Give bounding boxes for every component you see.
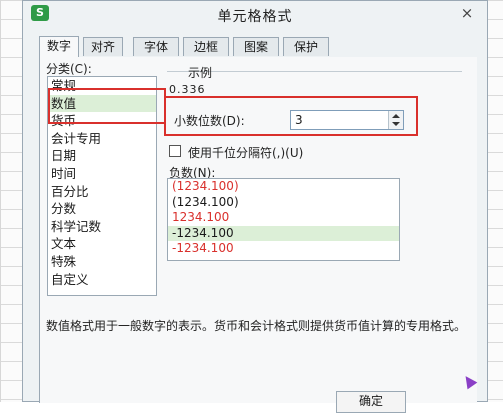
- number-tab-panel: 分类(C): 常规 数值 货币 会计专用 日期 时间 百分比 分数 科学记数 文…: [39, 57, 477, 403]
- tab-alignment[interactable]: 对齐: [83, 37, 123, 56]
- list-item[interactable]: 1234.100: [168, 210, 399, 226]
- list-item[interactable]: 数值: [48, 94, 156, 113]
- tab-font[interactable]: 字体: [133, 37, 179, 56]
- negative-numbers-list[interactable]: (1234.100) (1234.100) 1234.100 -1234.100…: [167, 178, 400, 261]
- tab-number[interactable]: 数字: [39, 36, 79, 57]
- list-item[interactable]: 自定义: [48, 271, 156, 289]
- close-icon[interactable]: ×: [457, 4, 477, 22]
- spin-up-icon[interactable]: [392, 114, 400, 118]
- list-item[interactable]: 分数: [48, 200, 156, 218]
- tab-pattern[interactable]: 图案: [233, 37, 279, 56]
- list-item[interactable]: -1234.100: [168, 225, 399, 241]
- list-item[interactable]: 百分比: [48, 183, 156, 201]
- dialog-title: 单元格格式: [217, 9, 293, 25]
- list-item[interactable]: (1234.100): [168, 195, 399, 211]
- list-item[interactable]: 常规: [48, 77, 156, 95]
- format-cells-dialog: S 单元格格式 × 数字 对齐 字体 边框 图案 保护 分类(C): 常规 数值…: [22, 0, 488, 413]
- list-item[interactable]: 时间: [48, 165, 156, 183]
- list-item[interactable]: (1234.100): [168, 179, 399, 195]
- sample-label: 示例: [188, 66, 213, 80]
- spin-down-icon[interactable]: [392, 122, 400, 126]
- ok-button[interactable]: 确定: [336, 391, 406, 413]
- list-item[interactable]: 特殊: [48, 253, 156, 271]
- format-description: 数值格式用于一般数字的表示。货币和会计格式则提供货币值计算的专用格式。: [46, 319, 467, 333]
- thousands-separator-label: 使用千位分隔符(,)(U): [188, 146, 304, 160]
- decimal-places-value: 3: [295, 113, 303, 127]
- thousands-separator-checkbox[interactable]: [169, 145, 181, 157]
- spin-buttons[interactable]: [388, 111, 403, 129]
- list-item[interactable]: 会计专用: [48, 130, 156, 148]
- list-item[interactable]: 科学记数: [48, 218, 156, 236]
- list-item[interactable]: 文本: [48, 235, 156, 253]
- list-item[interactable]: 日期: [48, 147, 156, 165]
- category-list[interactable]: 常规 数值 货币 会计专用 日期 时间 百分比 分数 科学记数 文本 特殊 自定…: [47, 76, 157, 296]
- tab-bar: 数字 对齐 字体 边框 图案 保护: [39, 36, 467, 58]
- list-item[interactable]: -1234.100: [168, 241, 399, 257]
- decimal-places-stepper[interactable]: 3: [290, 110, 404, 130]
- tab-protection[interactable]: 保护: [283, 37, 329, 56]
- tab-border[interactable]: 边框: [183, 37, 229, 56]
- sample-value: 0.336: [169, 83, 206, 96]
- title-bar: S 单元格格式 ×: [23, 1, 487, 27]
- category-label: 分类(C):: [46, 62, 92, 76]
- list-item[interactable]: 货币: [48, 112, 156, 130]
- decimal-places-label: 小数位数(D):: [174, 114, 245, 128]
